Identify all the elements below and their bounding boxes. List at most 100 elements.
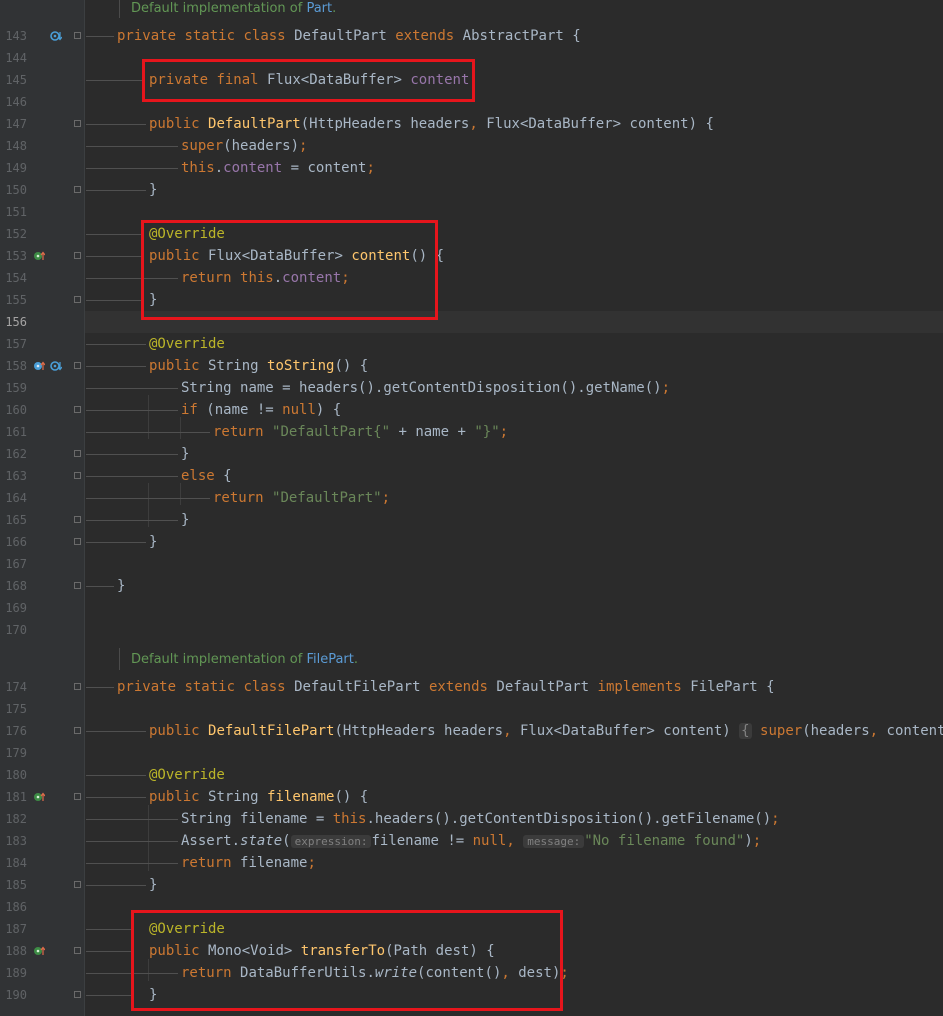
code-line-158[interactable]: public String toString() { — [149, 355, 368, 377]
line-number[interactable]: 155 — [0, 289, 27, 311]
overrides-method-icon[interactable] — [33, 360, 45, 372]
code-line-162[interactable]: } — [181, 443, 189, 465]
code-line-174[interactable]: private static class DefaultFilePart ext… — [117, 676, 775, 698]
doc-link-part[interactable]: Part — [306, 1, 332, 16]
line-number[interactable]: 185 — [0, 874, 27, 896]
fold-marker[interactable] — [74, 252, 81, 259]
code-line-168[interactable]: } — [117, 575, 125, 597]
line-number[interactable]: 162 — [0, 443, 27, 465]
line-number[interactable]: 163 — [0, 465, 27, 487]
implemented-method-icon[interactable] — [50, 30, 62, 42]
line-number[interactable]: 187 — [0, 918, 27, 940]
fold-marker[interactable] — [74, 472, 81, 479]
code-line-185[interactable]: } — [149, 874, 157, 896]
line-number[interactable]: 165 — [0, 509, 27, 531]
line-number[interactable]: 146 — [0, 91, 27, 113]
line-number[interactable]: 181 — [0, 786, 27, 808]
fold-marker[interactable] — [74, 32, 81, 39]
code-line-147[interactable]: public DefaultPart(HttpHeaders headers, … — [149, 113, 714, 135]
fold-marker[interactable] — [74, 793, 81, 800]
line-number[interactable]: 147 — [0, 113, 27, 135]
line-number[interactable]: 166 — [0, 531, 27, 553]
code-line-166[interactable]: } — [149, 531, 157, 553]
line-number[interactable]: 179 — [0, 742, 27, 764]
line-number[interactable]: 180 — [0, 764, 27, 786]
fold-marker[interactable] — [74, 727, 81, 734]
line-number[interactable]: 176 — [0, 720, 27, 742]
fold-marker[interactable] — [74, 538, 81, 545]
fold-marker[interactable] — [74, 991, 81, 998]
fold-marker[interactable] — [74, 582, 81, 589]
code-line-160[interactable]: if (name != null) { — [181, 399, 341, 421]
line-number[interactable]: 169 — [0, 597, 27, 619]
line-number[interactable]: 143 — [0, 25, 27, 47]
overrides-method-icon[interactable] — [33, 250, 45, 262]
fold-marker[interactable] — [74, 683, 81, 690]
line-number[interactable]: 175 — [0, 698, 27, 720]
line-number[interactable]: 159 — [0, 377, 27, 399]
code-editor[interactable]: Default implementation of Part. Default … — [0, 0, 943, 1016]
fold-marker[interactable] — [74, 186, 81, 193]
fold-marker[interactable] — [74, 120, 81, 127]
fold-marker[interactable] — [74, 362, 81, 369]
line-number[interactable]: 149 — [0, 157, 27, 179]
code-line-182[interactable]: String filename = this.headers().getCont… — [181, 808, 780, 830]
code-line-181[interactable]: public String filename() { — [149, 786, 368, 808]
line-number[interactable]: 190 — [0, 984, 27, 1006]
line-number[interactable]: 182 — [0, 808, 27, 830]
line-number[interactable]: 183 — [0, 830, 27, 852]
implemented-method-icon[interactable] — [50, 360, 62, 372]
line-number[interactable]: 174 — [0, 676, 27, 698]
guide-165 — [86, 520, 178, 521]
code-line-149[interactable]: this.content = content; — [181, 157, 375, 179]
code-line-157[interactable]: @Override — [149, 333, 225, 355]
line-number[interactable]: 161 — [0, 421, 27, 443]
code-line-165[interactable]: } — [181, 509, 189, 531]
line-number[interactable]: 148 — [0, 135, 27, 157]
overrides-method-icon[interactable] — [33, 945, 45, 957]
code-line-159[interactable]: String name = headers().getContentDispos… — [181, 377, 670, 399]
fold-marker[interactable] — [74, 516, 81, 523]
code-line-143[interactable]: private static class DefaultPart extends… — [117, 25, 581, 47]
code-line-176[interactable]: public DefaultFilePart(HttpHeaders heade… — [149, 720, 943, 742]
line-number[interactable]: 170 — [0, 619, 27, 641]
line-number[interactable]: 189 — [0, 962, 27, 984]
line-number[interactable]: 153 — [0, 245, 27, 267]
fold-marker[interactable] — [74, 881, 81, 888]
line-number[interactable]: 167 — [0, 553, 27, 575]
line-number[interactable]: 157 — [0, 333, 27, 355]
code-line-161[interactable]: return "DefaultPart{" + name + "}"; — [213, 421, 508, 443]
code-line-180[interactable]: @Override — [149, 764, 225, 786]
fold-marker[interactable] — [74, 947, 81, 954]
fold-marker[interactable] — [74, 450, 81, 457]
line-number[interactable]: 164 — [0, 487, 27, 509]
line-number[interactable]: 151 — [0, 201, 27, 223]
line-number[interactable]: 152 — [0, 223, 27, 245]
guide-188 — [86, 951, 132, 952]
line-number[interactable]: 186 — [0, 896, 27, 918]
code-line-150[interactable]: } — [149, 179, 157, 201]
line-number[interactable]: 154 — [0, 267, 27, 289]
line-number[interactable]: 144 — [0, 47, 27, 69]
code-line-164[interactable]: return "DefaultPart"; — [213, 487, 390, 509]
code-line-163[interactable]: else { — [181, 465, 232, 487]
line-number[interactable]: 184 — [0, 852, 27, 874]
overrides-method-icon[interactable] — [33, 791, 45, 803]
fold-marker[interactable] — [74, 296, 81, 303]
line-number[interactable]: 150 — [0, 179, 27, 201]
fold-marker[interactable] — [74, 406, 81, 413]
doc-link-filepart[interactable]: FilePart — [306, 652, 353, 667]
guide-149 — [86, 168, 178, 169]
line-number[interactable]: 158 — [0, 355, 27, 377]
line-number[interactable]: 156 — [0, 311, 27, 333]
folded-region-open[interactable]: { — [739, 723, 752, 739]
code-line-184[interactable]: return filename; — [181, 852, 316, 874]
guide-176 — [86, 731, 146, 732]
code-line-183[interactable]: Assert.state(expression: filename != null… — [181, 830, 761, 852]
line-number[interactable]: 188 — [0, 940, 27, 962]
code-line-148[interactable]: super(headers); — [181, 135, 307, 157]
guide-152 — [86, 234, 144, 235]
line-number[interactable]: 145 — [0, 69, 27, 91]
line-number[interactable]: 160 — [0, 399, 27, 421]
line-number[interactable]: 168 — [0, 575, 27, 597]
